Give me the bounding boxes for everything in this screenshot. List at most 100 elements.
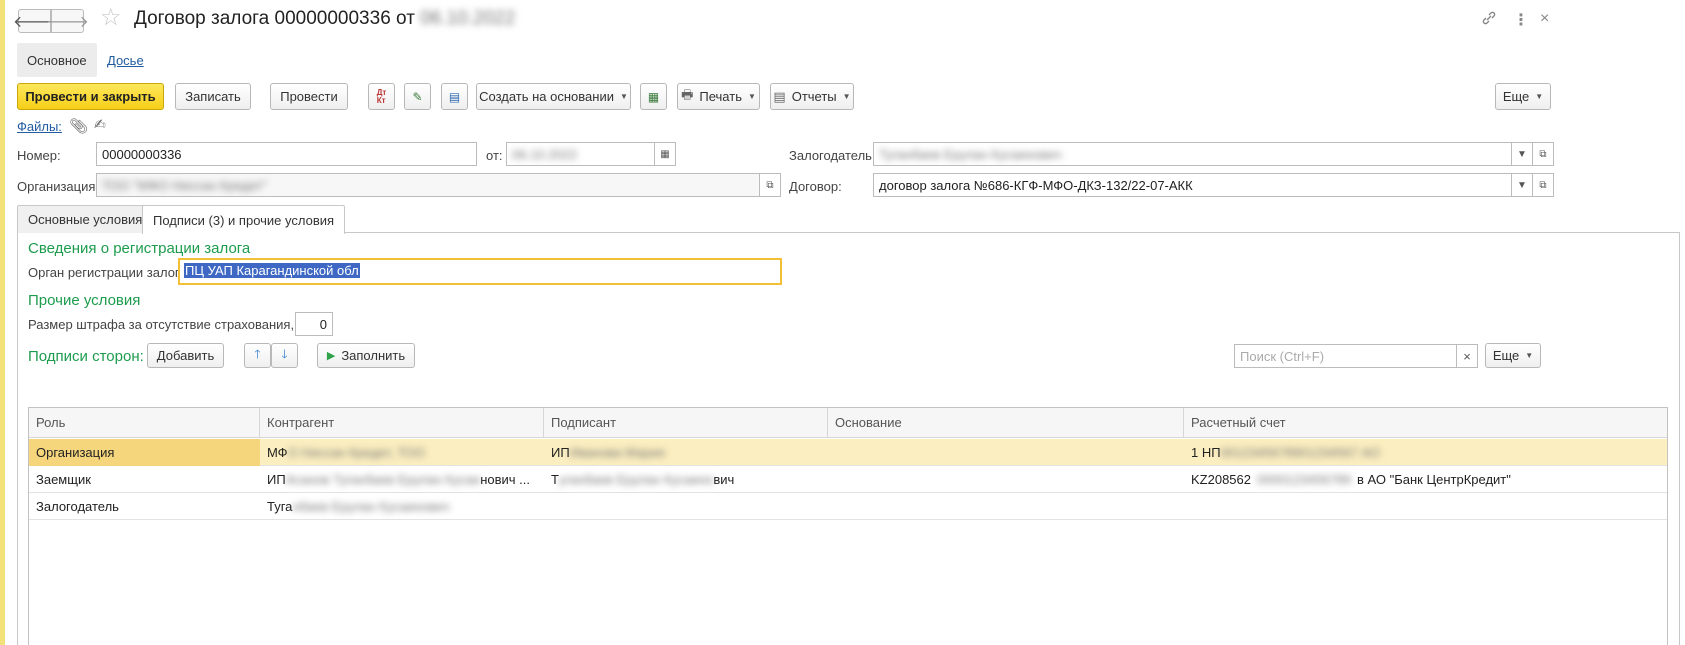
reports-button[interactable]: ▤ Отчеты ▼ xyxy=(770,83,854,110)
table-more-label: Еще xyxy=(1492,348,1520,363)
arrow-right-icon: 🡒 xyxy=(46,13,89,31)
tab-signatures-other[interactable]: Подписи (3) и прочие условия xyxy=(142,205,346,234)
registration-field[interactable]: ПЦ УАП Карагандинской обл xyxy=(178,258,782,285)
column-header-basis[interactable]: Основание xyxy=(828,408,1184,438)
paperclip-icon[interactable]: 📎︎ xyxy=(69,117,88,135)
close-icon[interactable]: × xyxy=(1540,10,1549,28)
cell-role: Организация xyxy=(29,439,260,466)
dt-kt-button[interactable]: Дт Кт xyxy=(368,83,395,110)
cell-account: KZ208562 0000123456789 в АО "Банк ЦентрК… xyxy=(1184,466,1667,493)
files-link[interactable]: Файлы: xyxy=(17,119,62,134)
post-button[interactable]: Провести xyxy=(270,83,348,110)
column-header-counterparty[interactable]: Контрагент xyxy=(260,408,544,438)
more-button[interactable]: Еще ▼ xyxy=(1495,83,1551,110)
more-vertical-icon[interactable]: ⋮ xyxy=(1513,10,1529,30)
cell-counterparty-text: МФ xyxy=(267,445,288,460)
cell-signer-text: Т xyxy=(551,472,559,487)
contract-field[interactable]: договор залога №686-КГФ-МФО-ДКЗ-132/22-0… xyxy=(873,173,1512,197)
number-label: Номер: xyxy=(17,148,61,163)
cell-counterparty-text: ИП xyxy=(267,472,286,487)
report-icon: ▤ xyxy=(773,88,786,104)
fill-button[interactable]: ▶ Заполнить xyxy=(317,343,415,368)
cell-basis xyxy=(828,466,1184,493)
create-based-on-label: Создать на основании xyxy=(479,89,614,104)
forward-button[interactable]: 🡒 xyxy=(46,9,89,33)
table-row[interactable]: Организация МФ О Ниссан Кредит, ТОО ИП И… xyxy=(29,439,1667,466)
chevron-down-icon: ▼ xyxy=(1517,148,1527,160)
close-icon: × xyxy=(1463,348,1471,364)
table-row[interactable]: Залогодатель Туга нбаев Ерулан Кусаинови… xyxy=(29,493,1667,520)
cell-counterparty: Туга нбаев Ерулан Кусаинович xyxy=(260,493,544,520)
structure-button[interactable]: ▤ xyxy=(441,83,468,110)
post-and-close-button[interactable]: Провести и закрыть xyxy=(17,83,164,110)
arrow-up-icon: 🡑 xyxy=(254,347,261,361)
chevron-down-icon: ▼ xyxy=(1525,351,1534,360)
cell-counterparty-blurred: О Ниссан Кредит, ТОО xyxy=(287,445,425,460)
search-input[interactable]: Поиск (Ctrl+F) xyxy=(1234,344,1457,368)
reports-label: Отчеты xyxy=(791,89,837,104)
cell-basis xyxy=(828,493,1184,520)
pencil-icon: ✎ xyxy=(412,89,423,104)
dt-kt-icon: Дт Кт xyxy=(376,87,387,105)
cell-signer-tail: вич xyxy=(713,472,735,487)
cell-signer-text: ИП xyxy=(551,445,570,460)
pledger-field[interactable]: Туганбаев Ерулан Кусаинович xyxy=(873,142,1512,166)
table-more-button[interactable]: Еще ▼ xyxy=(1485,343,1541,368)
window-edge-accent xyxy=(0,0,5,645)
organization-open-button[interactable]: ⧉ xyxy=(759,173,781,197)
move-down-button[interactable]: 🡓 xyxy=(271,343,298,368)
window-title: Договор залога 00000000336 от 06.10.2022 xyxy=(134,8,515,30)
cell-account-tail: в АО "Банк ЦентрКредит" xyxy=(1357,472,1511,487)
add-button[interactable]: Добавить xyxy=(147,343,224,368)
date-label: от: xyxy=(486,148,503,163)
table-row[interactable]: Заемщик ИП Асанов Туганбаев Ерулан Кусаи… xyxy=(29,466,1667,493)
cell-role: Залогодатель xyxy=(36,499,119,514)
cell-signer xyxy=(544,493,828,520)
calendar-button[interactable]: ▦ xyxy=(654,142,676,166)
column-header-account[interactable]: Расчетный счет xyxy=(1184,408,1667,438)
journal-icon: ▦ xyxy=(647,89,660,104)
journal-button[interactable]: ▦ xyxy=(640,83,667,110)
section-tab-main[interactable]: Основное xyxy=(17,43,97,77)
cell-counterparty-text: Туга xyxy=(267,499,293,514)
fine-field[interactable]: 0 xyxy=(295,312,333,336)
signatures-header: Подписи сторон: xyxy=(28,348,144,365)
move-up-button[interactable]: 🡑 xyxy=(244,343,271,368)
contract-dropdown-button[interactable]: ▼ xyxy=(1511,173,1533,197)
link-icon[interactable] xyxy=(1481,10,1497,31)
cell-signer: Т уганбаев Ерулан Кусаино вич xyxy=(544,466,828,493)
search-clear-button[interactable]: × xyxy=(1456,344,1478,368)
save-button[interactable]: Записать xyxy=(175,83,251,110)
favorite-star-icon[interactable]: ☆ xyxy=(100,6,122,30)
pledger-label: Залогодатель: xyxy=(789,148,876,163)
print-button[interactable]: 🖶 Печать ▼ xyxy=(677,83,760,110)
organization-value: ТОО "МФО Ниссан Кредит" xyxy=(102,177,267,193)
edit-movements-button[interactable]: ✎ xyxy=(404,83,431,110)
signature-icon[interactable]: ✍︎ xyxy=(94,116,106,133)
cell-counterparty-tail: нович ... xyxy=(480,472,531,487)
date-field[interactable]: 06.10.2022 xyxy=(506,142,655,166)
cell-account xyxy=(1184,493,1667,520)
number-field[interactable]: 00000000336 xyxy=(96,142,477,166)
contract-open-button[interactable]: ⧉ xyxy=(1532,173,1554,197)
cell-account-text: KZ208562 xyxy=(1191,472,1251,487)
hierarchy-icon: ▤ xyxy=(448,89,461,104)
open-icon: ⧉ xyxy=(766,179,774,191)
chevron-down-icon: ▼ xyxy=(619,92,628,101)
organization-label: Организация: xyxy=(17,179,100,194)
cell-account-blurred: 0012345678901234567 АО xyxy=(1220,445,1381,460)
column-header-role[interactable]: Роль xyxy=(29,408,260,438)
tab-main-conditions[interactable]: Основные условия xyxy=(17,205,154,233)
cell-counterparty-blurred: нбаев Ерулан Кусаинович xyxy=(292,499,450,514)
cell-signer-blurred: уганбаев Ерулан Кусаино xyxy=(558,472,714,487)
create-based-on-button[interactable]: Создать на основании ▼ xyxy=(476,83,631,110)
section-tab-dossier[interactable]: Досье xyxy=(97,43,154,77)
cell-account: 1 НП 0012345678901234567 АО xyxy=(1184,439,1667,466)
organization-field[interactable]: ТОО "МФО Ниссан Кредит" xyxy=(96,173,760,197)
column-header-signer[interactable]: Подписант xyxy=(544,408,828,438)
chevron-down-icon: ▼ xyxy=(1517,179,1527,191)
printer-icon: 🖶 xyxy=(681,86,694,102)
pledger-dropdown-button[interactable]: ▼ xyxy=(1511,142,1533,166)
cell-account-blurred: 0000123456789 xyxy=(1257,472,1351,487)
pledger-open-button[interactable]: ⧉ xyxy=(1532,142,1554,166)
